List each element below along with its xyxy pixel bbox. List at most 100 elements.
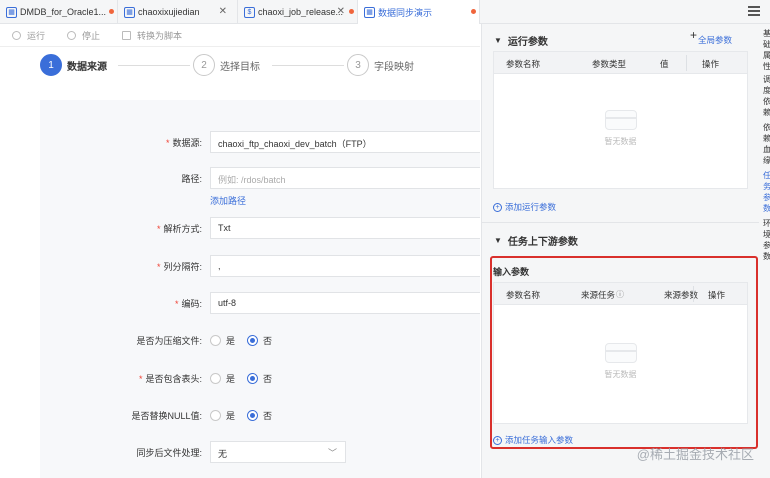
parse-mode-select[interactable]: Txt xyxy=(210,217,480,239)
column-header: 值 xyxy=(660,59,669,69)
modified-dot-icon xyxy=(471,9,476,14)
select-value: 无 xyxy=(218,449,228,459)
datasource-select[interactable]: chaoxi_ftp_chaoxi_dev_batch（FTP） xyxy=(210,131,480,153)
column-header: 参数名称 xyxy=(506,59,541,69)
side-tab-task-params[interactable]: 任务参数 xyxy=(763,170,770,214)
add-run-param-button[interactable]: + 添加运行参数 xyxy=(493,201,556,213)
table-icon: ▦ xyxy=(364,6,375,18)
has-header-radio-group: 是 否 xyxy=(210,372,284,385)
compressed-yes-radio[interactable]: 是 xyxy=(210,334,235,347)
has-header-no-radio[interactable]: 否 xyxy=(247,372,272,385)
step-data-source[interactable]: 1 数据来源 xyxy=(40,54,107,76)
step-connector xyxy=(272,65,344,66)
convert-to-script-button[interactable]: 转换为脚本 xyxy=(122,29,182,42)
collapse-triangle-icon: ▼ xyxy=(494,36,502,45)
step-select-target[interactable]: 2 选择目标 xyxy=(193,54,260,76)
task-params-header[interactable]: ▼ 任务上下游参数 xyxy=(494,233,578,248)
replace-null-no-radio[interactable]: 否 xyxy=(247,409,272,422)
parse-mode-row: * 解析方式: Txt xyxy=(40,217,480,239)
tab-data-sync-demo[interactable]: ▦ 数据同步演示 xyxy=(358,0,480,24)
column-header: 操作 xyxy=(702,59,720,69)
encoding-label: * 编码: xyxy=(174,299,202,309)
radio-label: 否 xyxy=(263,374,273,384)
datasource-row: * 数据源: chaoxi_ftp_chaoxi_dev_batch（FTP） xyxy=(40,131,480,153)
replace-null-yes-radio[interactable]: 是 xyxy=(210,409,235,422)
plus-circle-icon: + xyxy=(493,202,502,212)
section-divider xyxy=(482,222,759,223)
tab-label: DMDB_for_Oracle1... xyxy=(20,7,107,17)
radio-label: 是 xyxy=(226,411,236,421)
step-connector xyxy=(118,65,190,66)
compressed-row: 是否为压缩文件: 是 否 xyxy=(40,329,480,351)
has-header-yes-radio[interactable]: 是 xyxy=(210,372,235,385)
script-icon: $ xyxy=(244,6,255,18)
collapse-triangle-icon: ▼ xyxy=(494,236,502,245)
side-tab-lineage[interactable]: 依赖血缘 xyxy=(763,122,770,164)
empty-state: 暂无数据 xyxy=(494,110,747,147)
table-icon: ▦ xyxy=(6,6,17,18)
compressed-no-radio[interactable]: 否 xyxy=(247,334,272,347)
side-tab-env-params[interactable]: 环境参数 xyxy=(763,218,770,262)
encoding-row: * 编码: utf-8 xyxy=(40,292,480,314)
path-row: 路径: 例如: /rdos/batch xyxy=(40,167,480,189)
convert-icon xyxy=(122,31,132,40)
modified-dot-icon xyxy=(349,9,354,14)
add-path-link[interactable]: 添加路径 xyxy=(210,194,246,207)
step-label: 选择目标 xyxy=(220,61,260,73)
tab-label: chaoxi_job_release... xyxy=(258,7,344,17)
radio-label: 是 xyxy=(226,336,236,346)
watermark: @稀土掘金技术社区 xyxy=(636,447,754,462)
stop-icon xyxy=(67,31,77,40)
wizard-steps: 1 数据来源 2 选择目标 3 字段映射 xyxy=(40,54,470,78)
replace-null-label: 是否替换NULL值: xyxy=(131,411,202,421)
step-label: 数据来源 xyxy=(67,61,107,73)
tab-dmdb[interactable]: ▦ DMDB_for_Oracle1... xyxy=(0,0,118,24)
post-sync-select[interactable]: 无 ﹀ xyxy=(210,441,346,463)
chevron-down-icon: ﹀ xyxy=(327,448,337,458)
tab-chaoxi-job-release[interactable]: $ chaoxi_job_release... ✕ xyxy=(238,0,358,24)
play-icon xyxy=(12,31,21,40)
stop-button[interactable]: 停止 xyxy=(67,29,100,42)
column-separator-label: * 列分隔符: xyxy=(156,262,202,272)
column-separator-input[interactable]: , xyxy=(210,255,480,277)
menu-icon[interactable] xyxy=(748,6,760,16)
step-field-mapping[interactable]: 3 字段映射 xyxy=(347,54,414,76)
column-header: 参数类型 xyxy=(592,59,627,69)
post-sync-row: 同步后文件处理: 无 ﹀ xyxy=(40,441,480,463)
modified-dot-icon xyxy=(109,9,114,14)
tab-chaoxixujiedian[interactable]: ▦ chaoxixujiedian ✕ xyxy=(118,0,238,24)
add-run-param-label: 添加运行参数 xyxy=(505,202,557,212)
replace-null-radio-group: 是 否 xyxy=(210,409,284,422)
close-icon[interactable]: ✕ xyxy=(219,6,227,17)
tab-label: chaoxixujiedian xyxy=(138,7,200,17)
empty-inbox-icon xyxy=(604,110,637,130)
global-param-link[interactable]: + 全局参数 xyxy=(690,28,732,46)
table-icon: ▦ xyxy=(124,6,135,18)
compressed-radio-group: 是 否 xyxy=(210,334,284,347)
side-tab-schedule-dependency[interactable]: 调度依赖 xyxy=(763,74,770,116)
radio-label: 否 xyxy=(263,336,273,346)
replace-null-row: 是否替换NULL值: 是 否 xyxy=(40,404,480,426)
run-params-header[interactable]: ▼ 运行参数 xyxy=(494,33,548,48)
editor-tab-bar: ▦ DMDB_for_Oracle1... ▦ chaoxixujiedian … xyxy=(0,0,770,24)
run-params-table: 参数名称 参数类型 值 操作 暂无数据 xyxy=(493,51,748,189)
stop-label: 停止 xyxy=(82,31,101,41)
path-input[interactable]: 例如: /rdos/batch xyxy=(210,167,480,189)
convert-label: 转换为脚本 xyxy=(137,31,183,41)
run-button[interactable]: 运行 xyxy=(12,29,45,42)
datasource-label: * 数据源: xyxy=(165,138,202,148)
step-number: 1 xyxy=(40,54,62,76)
radio-label: 是 xyxy=(226,374,236,384)
column-separator-row: * 列分隔符: , xyxy=(40,255,480,277)
has-header-row: * 是否包含表头: 是 否 xyxy=(40,367,480,389)
column-divider xyxy=(686,55,687,71)
toolbar: 运行 停止 转换为脚本 xyxy=(0,25,480,47)
empty-text: 暂无数据 xyxy=(604,137,637,146)
step-number: 3 xyxy=(347,54,369,76)
tab-label: 数据同步演示 xyxy=(378,7,433,18)
close-icon[interactable]: ✕ xyxy=(337,6,345,17)
run-label: 运行 xyxy=(27,31,46,41)
radio-label: 否 xyxy=(263,411,273,421)
compressed-label: 是否为压缩文件: xyxy=(136,336,202,346)
encoding-select[interactable]: utf-8 xyxy=(210,292,480,314)
